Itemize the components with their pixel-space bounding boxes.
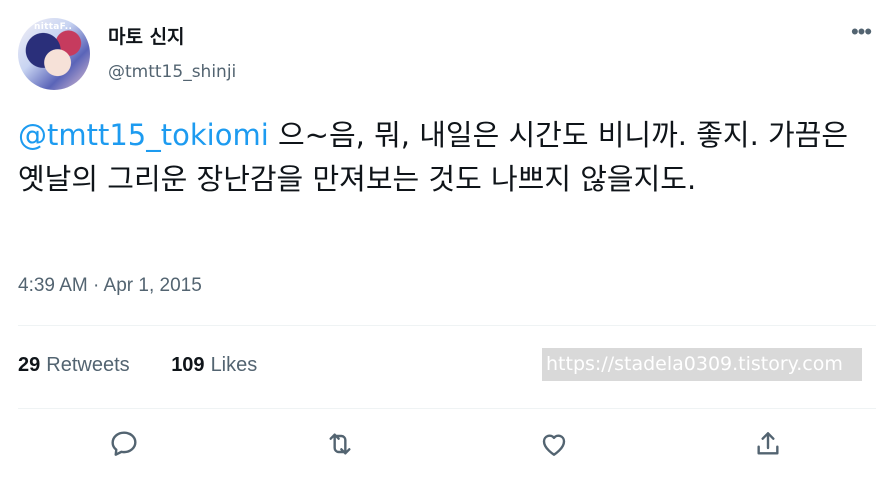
tweet-text: @tmtt15_tokiomi 으~음, 뭐, 내일은 시간도 비니까. 좋지.… xyxy=(18,113,878,201)
likes-stat[interactable]: 109 Likes xyxy=(171,354,257,377)
divider xyxy=(18,408,876,409)
reply-icon[interactable] xyxy=(108,428,140,460)
mention-link[interactable]: @tmtt15_tokiomi xyxy=(18,118,269,152)
retweets-count: 29 xyxy=(18,354,41,376)
watermark: https://stadela0309.tistory.com xyxy=(542,348,862,381)
tweet-stats: 29 Retweets 109 Likes xyxy=(18,354,257,377)
share-icon[interactable] xyxy=(752,428,784,460)
divider xyxy=(18,325,876,326)
retweets-label: Retweets xyxy=(46,354,130,376)
likes-count: 109 xyxy=(171,354,205,376)
retweet-icon[interactable] xyxy=(324,428,356,460)
more-icon[interactable]: ••• xyxy=(848,21,874,43)
display-name[interactable]: 마토 신지 xyxy=(108,22,185,49)
avatar[interactable]: nittaF.. xyxy=(18,18,90,90)
user-handle[interactable]: @tmtt15_shinji xyxy=(108,62,236,82)
like-icon[interactable] xyxy=(538,428,570,460)
likes-label: Likes xyxy=(210,354,258,376)
retweets-stat[interactable]: 29 Retweets xyxy=(18,354,130,377)
timestamp[interactable]: 4:39 AM · Apr 1, 2015 xyxy=(18,275,202,297)
avatar-logo-text: nittaF.. xyxy=(34,22,73,32)
